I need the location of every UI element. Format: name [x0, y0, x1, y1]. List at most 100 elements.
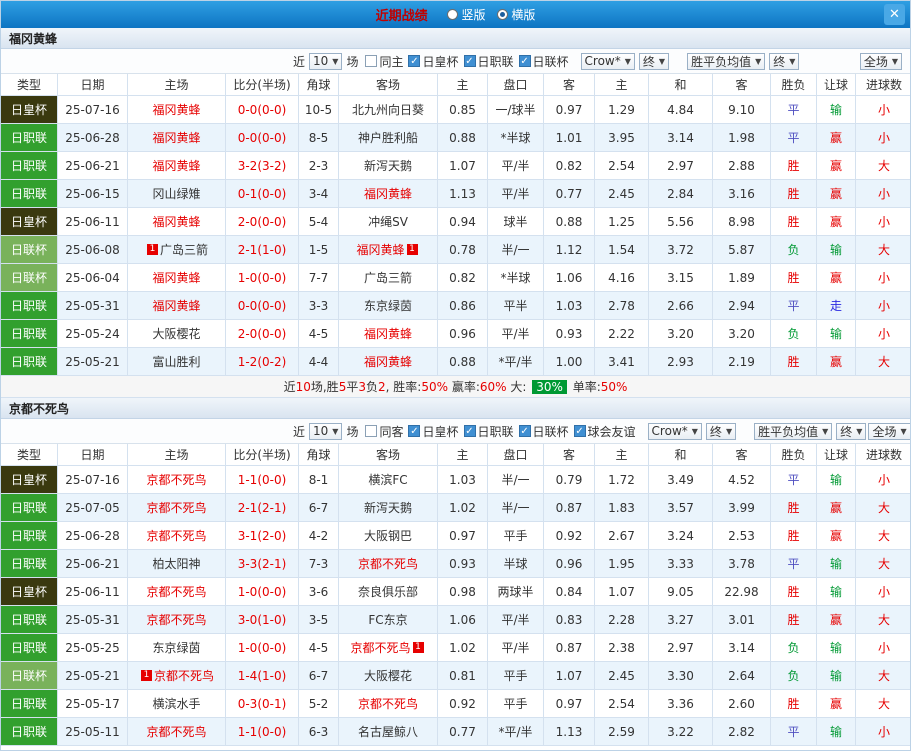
asian-odds-time-select[interactable]: 终 ▼	[705, 422, 737, 440]
match-row[interactable]: 日皇杯 25-07-16 福冈黄蜂 0-0(0-0) 10-5 北九州向日葵 0.85 一/球…	[1, 96, 910, 124]
match-row[interactable]: 日职联 25-05-21 富山胜利 1-2(0-2) 4-4 福冈黄蜂 0.88 *平/半 1.…	[1, 348, 910, 376]
goals-result-cell: 大	[856, 606, 910, 634]
ah-handicap-cell: 球半	[488, 208, 544, 236]
filter-checkbox-日联杯[interactable]: ✓ 日联杯	[518, 423, 569, 440]
away-team-name: FC东京	[368, 613, 408, 627]
match-row[interactable]: 日皇杯 25-06-11 京都不死鸟 1-0(0-0) 3-6 奈良俱乐部 0.98 两球半 0…	[1, 578, 910, 606]
match-row[interactable]: 日联杯 25-06-04 福冈黄蜂 1-0(0-0) 7-7 广岛三箭 0.82 *半球 1.0…	[1, 264, 910, 292]
scope-select[interactable]: 全场 ▼	[868, 422, 910, 440]
odds-company-select[interactable]: Crow* ▼	[580, 52, 635, 70]
eu-home-odds-cell: 2.54	[595, 152, 649, 180]
date-cell: 25-05-17	[58, 690, 128, 718]
eu-home-odds-cell: 1.72	[595, 466, 649, 494]
filter-checkbox-日联杯[interactable]: ✓ 日联杯	[518, 53, 569, 70]
ah-home-odds-cell: 0.86	[438, 292, 488, 320]
eu-home-odds-cell: 2.78	[595, 292, 649, 320]
eu-home-odds-cell: 1.07	[595, 578, 649, 606]
europe-odds-time-select[interactable]: 终 ▼	[769, 52, 800, 70]
eu-home-odds-cell: 2.45	[595, 180, 649, 208]
europe-odds-select[interactable]: 胜平负均值 ▼	[754, 422, 833, 440]
match-row[interactable]: 日职联 25-05-24 大阪樱花 2-0(0-0) 4-5 福冈黄蜂 0.96 平/半 0.9…	[1, 320, 910, 348]
date-cell: 25-05-21	[58, 348, 128, 376]
result-cell: 负	[771, 634, 817, 662]
matches-unit-label: 场	[346, 54, 359, 69]
match-count-select[interactable]: 10 ▼	[309, 422, 343, 440]
away-team-name: 京都不死鸟	[350, 641, 411, 655]
dropdown-arrow-icon: ▼	[624, 56, 631, 66]
column-header-eu-draw: 和	[649, 74, 713, 96]
handicap-result-cell: 输	[817, 634, 856, 662]
home-team-name: 京都不死鸟	[146, 529, 207, 543]
home-team-cell: 京都不死鸟	[128, 494, 226, 522]
europe-odds-time-select[interactable]: 终 ▼	[836, 422, 867, 440]
away-team-cell: 大阪樱花	[339, 662, 438, 690]
eu-draw-odds-cell: 3.24	[649, 522, 713, 550]
radio-horizontal-layout[interactable]: 横版	[497, 6, 535, 23]
match-row[interactable]: 日职联 25-05-31 京都不死鸟 3-0(1-0) 3-5 FC东京 1.06 平/半 0.…	[1, 606, 910, 634]
summary-segment: 3	[358, 379, 366, 394]
corners-cell: 4-5	[299, 634, 339, 662]
column-header-type: 类型	[1, 444, 58, 466]
eu-away-odds-cell: 1.89	[713, 264, 771, 292]
away-team-cell: 福冈黄蜂	[339, 348, 438, 376]
corners-cell: 6-7	[299, 494, 339, 522]
handicap-result-cell: 赢	[817, 124, 856, 152]
handicap-result-cell: 输	[817, 236, 856, 264]
eu-draw-odds-cell: 2.97	[649, 634, 713, 662]
column-header-date: 日期	[58, 74, 128, 96]
match-row[interactable]: 日联杯 25-05-21 1 京都不死鸟 1-4(1-0) 6-7 大阪樱花 0.81 平手 1.…	[1, 662, 910, 690]
asian-odds-time-select[interactable]: 终 ▼	[638, 52, 670, 70]
filter-checkbox-日皇杯[interactable]: ✓ 日皇杯	[408, 423, 459, 440]
match-row[interactable]: 日职联 25-05-17 横滨水手 0-3(0-1) 5-2 京都不死鸟 0.92 平手 0.9…	[1, 690, 910, 718]
dropdown-arrow-icon: ▼	[856, 426, 863, 436]
eu-draw-odds-cell: 3.14	[649, 124, 713, 152]
league-type-cell: 日职联	[1, 718, 58, 746]
result-cell: 胜	[771, 180, 817, 208]
goals-result-cell: 小	[856, 292, 910, 320]
eu-draw-odds-cell: 3.33	[649, 550, 713, 578]
filter-checkbox-日职联[interactable]: ✓ 日职联	[463, 53, 514, 70]
match-row[interactable]: 日职联 25-07-05 京都不死鸟 2-1(2-1) 6-7 新泻天鹅 1.02 半/一 0.…	[1, 494, 910, 522]
away-team-cell: 东京绿茵	[339, 292, 438, 320]
close-button[interactable]: ✕	[884, 4, 905, 25]
radio-vertical-layout[interactable]: 竖版	[447, 6, 486, 23]
match-row[interactable]: 日职联 25-06-15 冈山绿雉 0-1(0-0) 3-4 福冈黄蜂 1.13 平/半 0.7…	[1, 180, 910, 208]
column-header-type: 类型	[1, 74, 58, 96]
match-row[interactable]: 日皇杯 25-07-16 京都不死鸟 1-1(0-0) 8-1 横滨FC 1.03 半/一 0.…	[1, 466, 910, 494]
match-row[interactable]: 日职联 25-05-25 东京绿茵 1-0(0-0) 4-5 京都不死鸟 1 1.02 平/半 0…	[1, 634, 910, 662]
filter-checkbox-日职联[interactable]: ✓ 日职联	[463, 423, 514, 440]
filter-checkbox-同客[interactable]: 同客	[365, 423, 403, 440]
filter-checkbox-同主[interactable]: 同主	[365, 53, 403, 70]
eu-home-odds-cell: 2.67	[595, 522, 649, 550]
handicap-result-cell: 输	[817, 718, 856, 746]
match-row[interactable]: 日职联 25-05-31 福冈黄蜂 0-0(0-0) 3-3 东京绿茵 0.86 平半 1.03…	[1, 292, 910, 320]
goals-result-cell: 小	[856, 264, 910, 292]
match-count-select-value: 10	[313, 54, 329, 68]
match-row[interactable]: 日联杯 25-06-08 1 广岛三箭 2-1(1-0) 1-5 福冈黄蜂 1 0.78 半/一 1…	[1, 236, 910, 264]
match-row[interactable]: 日职联 25-06-28 京都不死鸟 3-1(2-0) 4-2 大阪钢巴 0.97 平手 0.9…	[1, 522, 910, 550]
eu-away-odds-cell: 2.64	[713, 662, 771, 690]
match-count-select[interactable]: 10 ▼	[309, 52, 343, 70]
score-cell: 3-0(1-0)	[226, 606, 299, 634]
home-team-cell: 京都不死鸟	[128, 578, 226, 606]
ah-handicap-cell: *平/半	[488, 348, 544, 376]
filter-checkbox-球会友谊[interactable]: ✓ 球会友谊	[573, 423, 636, 440]
score-cell: 1-4(1-0)	[226, 662, 299, 690]
eu-draw-odds-cell: 9.05	[649, 578, 713, 606]
league-type-cell: 日职联	[1, 690, 58, 718]
match-row[interactable]: 日职联 25-05-11 京都不死鸟 1-1(0-0) 6-3 名古屋鲸八 0.77 *平/半…	[1, 718, 910, 746]
column-header-handicap: 让球	[817, 74, 856, 96]
home-team-name: 富山胜利	[152, 355, 201, 369]
match-row[interactable]: 日职联 25-06-28 福冈黄蜂 0-0(0-0) 8-5 神户胜利船 0.88 *半球 1.…	[1, 124, 910, 152]
away-team-cell: 大阪钢巴	[339, 522, 438, 550]
odds-company-select[interactable]: Crow* ▼	[647, 422, 702, 440]
handicap-result-cell: 赢	[817, 522, 856, 550]
match-row[interactable]: 日皇杯 25-06-11 福冈黄蜂 2-0(0-0) 5-4 冲绳SV 0.94 球半 0.88…	[1, 208, 910, 236]
europe-odds-select[interactable]: 胜平负均值 ▼	[687, 52, 766, 70]
scope-select[interactable]: 全场 ▼	[859, 52, 902, 70]
date-cell: 25-06-21	[58, 152, 128, 180]
match-row[interactable]: 日职联 25-06-21 福冈黄蜂 3-2(3-2) 2-3 新泻天鹅 1.07 平/半 0.8…	[1, 152, 910, 180]
filter-checkbox-日皇杯[interactable]: ✓ 日皇杯	[408, 53, 459, 70]
match-row[interactable]: 日职联 25-06-21 柏太阳神 3-3(2-1) 7-3 京都不死鸟 0.93 半球 0.9…	[1, 550, 910, 578]
home-team-name: 京都不死鸟	[146, 613, 207, 627]
